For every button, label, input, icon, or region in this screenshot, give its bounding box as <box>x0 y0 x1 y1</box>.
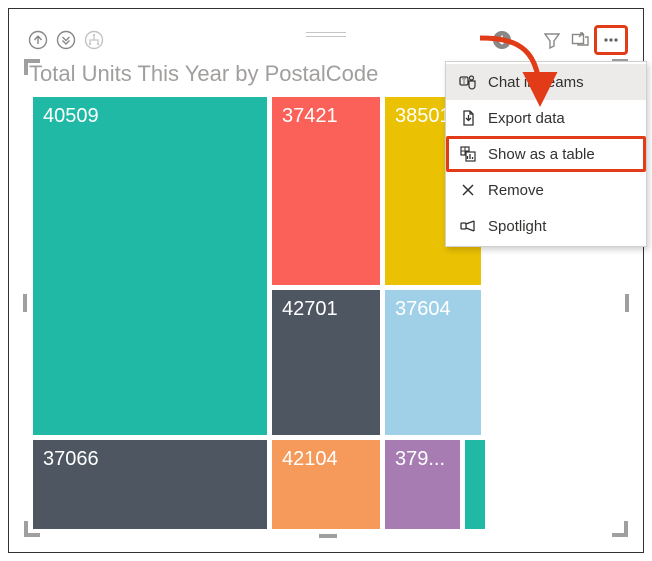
more-options-button[interactable] <box>594 25 628 55</box>
filter-button[interactable] <box>538 26 566 54</box>
treemap-tile[interactable] <box>465 440 485 529</box>
treemap-tile[interactable]: 42701 <box>272 290 380 435</box>
treemap-tile[interactable]: 37604 <box>385 290 481 435</box>
treemap-tile[interactable]: 40509 <box>33 97 267 435</box>
selection-handle-bottom[interactable] <box>319 534 337 538</box>
focus-mode-button[interactable] <box>566 26 594 54</box>
treemap-chart[interactable]: 40509 37066 37421 42701 42104 38501 3760… <box>33 97 481 529</box>
menu-item-chat-teams[interactable]: T Chat in Teams <box>446 64 646 100</box>
hierarchy-expand-icon <box>84 30 104 50</box>
visual-container: Total Units This Year by PostalCode 4050… <box>8 8 644 553</box>
menu-item-label: Export data <box>488 110 565 127</box>
svg-text:T: T <box>462 78 467 86</box>
funnel-icon <box>542 30 562 50</box>
arrow-up-circle-icon <box>28 30 48 50</box>
selection-handle-right[interactable] <box>625 294 629 312</box>
drag-handle[interactable] <box>306 29 346 39</box>
selection-corner-tl[interactable] <box>24 59 40 75</box>
menu-item-label: Spotlight <box>488 218 546 235</box>
treemap-tile[interactable]: 379... <box>385 440 460 529</box>
table-chart-icon <box>458 144 478 164</box>
chart-title: Total Units This Year by PostalCode <box>29 61 378 87</box>
menu-item-export-data[interactable]: Export data <box>446 100 646 136</box>
ellipsis-icon <box>601 30 621 50</box>
spotlight-icon <box>458 216 478 236</box>
treemap-tile[interactable]: 37421 <box>272 97 380 285</box>
menu-item-label: Chat in Teams <box>488 74 584 91</box>
teams-icon: T <box>458 72 478 92</box>
arrow-down-circle-fill-icon <box>492 30 512 50</box>
treemap-tile[interactable]: 37066 <box>33 440 267 529</box>
drill-up-button[interactable] <box>24 26 52 54</box>
expand-level-button <box>80 26 108 54</box>
selection-corner-br[interactable] <box>612 521 628 537</box>
menu-item-label: Remove <box>488 182 544 199</box>
export-icon <box>458 108 478 128</box>
selection-handle-left[interactable] <box>23 294 27 312</box>
menu-item-spotlight[interactable]: Spotlight <box>446 208 646 244</box>
menu-item-show-as-table[interactable]: Show as a table <box>446 136 646 172</box>
menu-item-label: Show as a table <box>488 146 595 163</box>
treemap-tile[interactable]: 42104 <box>272 440 380 529</box>
drill-down-button[interactable] <box>52 26 80 54</box>
menu-item-remove[interactable]: Remove <box>446 172 646 208</box>
close-icon <box>458 180 478 200</box>
drill-mode-button[interactable] <box>488 26 516 54</box>
focus-mode-icon <box>570 30 590 50</box>
arrow-down-double-circle-icon <box>56 30 76 50</box>
context-menu: T Chat in Teams Export data Show as a ta… <box>445 61 647 247</box>
